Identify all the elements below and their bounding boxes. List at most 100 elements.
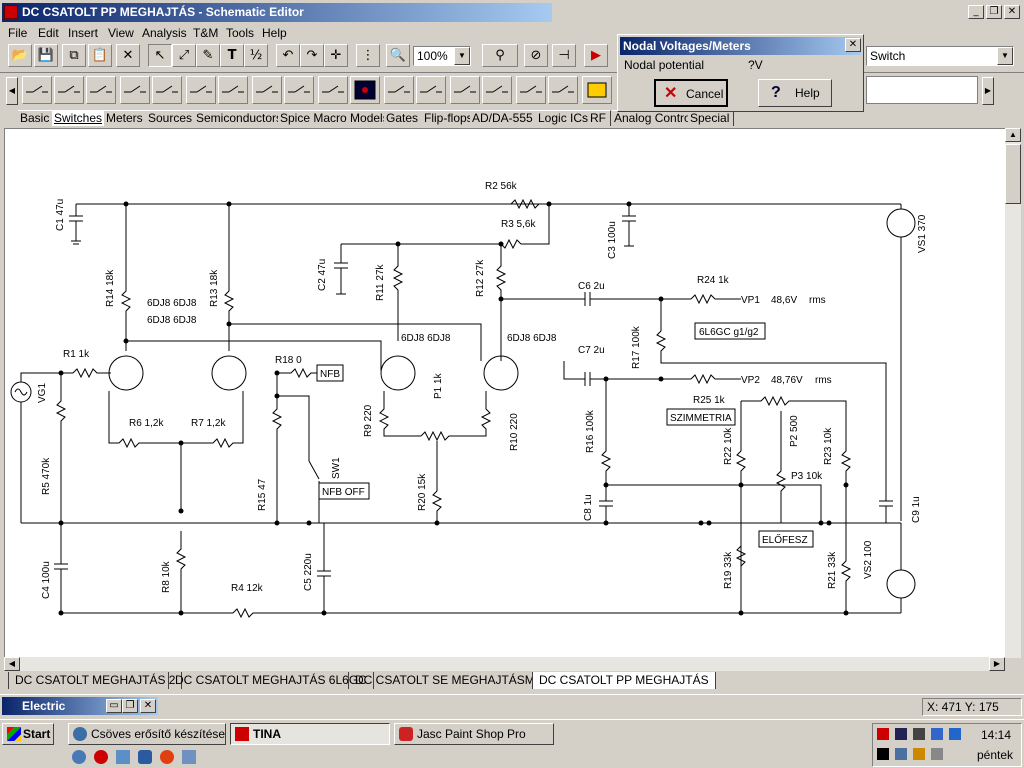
panel-restore-icon[interactable]: ❐ [122, 699, 138, 713]
resistor-tool-icon[interactable]: ⊣ [552, 44, 576, 67]
switch-spdt-icon[interactable] [54, 76, 84, 104]
quick-launch-ie-icon[interactable] [72, 750, 86, 764]
tab-gates[interactable]: Gates [384, 110, 424, 126]
switch-rotary-icon[interactable] [152, 76, 182, 104]
switch-array4-icon[interactable] [482, 76, 512, 104]
crosshair-icon[interactable]: ✛ [324, 44, 348, 67]
help-button[interactable]: ? Help [758, 79, 832, 107]
tab-sources[interactable]: Sources [146, 110, 198, 126]
relay-icon[interactable] [218, 76, 248, 104]
tab-special[interactable]: Special [688, 110, 735, 126]
redo-icon[interactable]: ↷ [300, 44, 324, 67]
scroll-left-icon[interactable]: ◀ [4, 657, 20, 671]
paste-icon[interactable]: 📋 [88, 44, 112, 67]
menu-analysis[interactable]: Analysis [142, 26, 187, 40]
relay-contact-icon[interactable] [252, 76, 282, 104]
tray-monitor-icon[interactable] [877, 748, 889, 760]
tray-app-icon[interactable] [949, 728, 961, 740]
switch-array-icon[interactable] [384, 76, 414, 104]
start-button[interactable]: Start [2, 723, 54, 745]
diode-tool-icon[interactable]: ▶ [584, 44, 608, 67]
scroll-right-icon[interactable]: ▶ [982, 77, 994, 105]
scroll-left-icon[interactable]: ◀ [6, 77, 18, 105]
switch-bank-icon[interactable] [516, 76, 546, 104]
time-switch-icon[interactable] [318, 76, 348, 104]
menu-insert[interactable]: Insert [68, 26, 98, 40]
scroll-right-icon[interactable]: ▶ [989, 657, 1005, 671]
undo-icon[interactable]: ↶ [276, 44, 300, 67]
tray-clock[interactable]: 14:14 [981, 728, 1011, 742]
schematic-canvas[interactable]: R2 56k R3 5,6k C1 47u C3 100u VS1 370 C2… [4, 128, 1006, 658]
select-arrow-icon[interactable]: ↖ [148, 44, 172, 67]
tray-speaker-icon[interactable] [931, 728, 943, 740]
tab-meters[interactable]: Meters [104, 110, 148, 126]
menu-help[interactable]: Help [262, 26, 287, 40]
zoom-icon[interactable]: 🔍 [386, 44, 410, 67]
chevron-down-icon[interactable]: ▼ [997, 47, 1013, 65]
tab-analog-control[interactable]: Analog Control [612, 110, 699, 126]
tab-rf[interactable]: RF [588, 110, 611, 126]
switch-display-icon[interactable] [350, 76, 380, 104]
vertical-scroll-thumb[interactable] [1005, 144, 1021, 204]
switch-bank2-icon[interactable] [548, 76, 578, 104]
quick-launch-app-icon[interactable] [94, 750, 108, 764]
tab-logic-ics[interactable]: Logic ICs [536, 110, 594, 126]
tab-semiconductors[interactable]: Semiconductors [194, 110, 288, 126]
quick-launch-folder-icon[interactable] [182, 750, 196, 764]
switch-spst-icon[interactable] [22, 76, 52, 104]
copy-icon[interactable]: ⧉ [62, 44, 86, 67]
switch-dpdt-icon[interactable] [120, 76, 150, 104]
switch-array3-icon[interactable] [450, 76, 480, 104]
chevron-down-icon[interactable]: ▼ [454, 47, 470, 65]
task-paintshop[interactable]: Jasc Paint Shop Pro [394, 723, 554, 745]
tab-spice-macro-models[interactable]: Spice Macro Models [278, 110, 394, 126]
doc-tab-1[interactable]: DC CSATOLT MEGHAJTÁS 2 [8, 672, 183, 689]
schematic-diagram[interactable]: R2 56k R3 5,6k C1 47u C3 100u VS1 370 C2… [5, 129, 1006, 658]
doc-tab-2[interactable]: DC CSATOLT MEGHAJTÁS 6L6GC [168, 672, 374, 689]
task-tina[interactable]: TINA [230, 723, 390, 745]
restore-icon[interactable]: ❐ [986, 5, 1002, 19]
cancel-button[interactable]: ✕ Cancel [654, 79, 728, 107]
tray-usb-icon[interactable] [931, 748, 943, 760]
quick-launch-media-icon[interactable] [160, 750, 174, 764]
panel-close-icon[interactable]: ✕ [140, 699, 156, 713]
doc-tab-4[interactable]: DC CSATOLT PP MEGHAJTÁS [532, 672, 716, 689]
wire-icon[interactable]: ⤢ [172, 44, 196, 67]
close-icon[interactable]: ✕ [1004, 5, 1020, 19]
open-icon[interactable]: 📂 [8, 44, 32, 67]
tray-mouse-icon[interactable] [895, 748, 907, 760]
minimize-icon[interactable]: _ [968, 5, 984, 19]
quick-launch-desktop-icon[interactable] [116, 750, 130, 764]
dc-analysis-icon[interactable]: ⚲ [482, 44, 518, 67]
delete-icon[interactable]: ✕ [116, 44, 140, 67]
dialog-close-icon[interactable]: ✕ [845, 38, 861, 52]
tray-alert-icon[interactable] [877, 728, 889, 740]
menu-edit[interactable]: Edit [38, 26, 59, 40]
switch-pushbutton-icon[interactable] [86, 76, 116, 104]
tray-power-icon[interactable] [913, 748, 925, 760]
menu-file[interactable]: File [8, 26, 27, 40]
grid-icon[interactable]: ⋮ [356, 44, 380, 67]
scroll-up-icon[interactable]: ▲ [1005, 128, 1021, 142]
component-select[interactable]: Switch ▼ [866, 46, 1014, 66]
horizontal-scrollbar[interactable]: ◀ ▶ [4, 657, 1005, 671]
tab-ad-da-555[interactable]: AD/DA-555 [470, 110, 538, 126]
switch-array2-icon[interactable] [416, 76, 446, 104]
chip-icon[interactable] [582, 76, 612, 104]
tab-basic[interactable]: Basic [18, 110, 55, 126]
menu-tools[interactable]: Tools [226, 26, 254, 40]
relay-nc-icon[interactable] [284, 76, 314, 104]
menu-tm[interactable]: T&M [193, 26, 218, 40]
doc-tab-3[interactable]: DC CSATOLT SE MEGHAJTÁSMÓD [348, 672, 560, 689]
quick-launch-mail-icon[interactable] [138, 750, 152, 764]
save-icon[interactable]: 💾 [34, 44, 58, 67]
zoom-select[interactable]: 100% ▼ [413, 46, 471, 66]
task-browser[interactable]: Csöves erősítő készítése... [68, 723, 226, 745]
tab-switches[interactable]: Switches [52, 110, 108, 126]
tray-printer-icon[interactable] [913, 728, 925, 740]
menu-view[interactable]: View [108, 26, 134, 40]
switch-multi-icon[interactable] [186, 76, 216, 104]
tray-network-icon[interactable] [895, 728, 907, 740]
panel-minimize-icon[interactable]: ▭ [106, 699, 122, 713]
pen-icon[interactable]: ✎ [196, 44, 220, 67]
